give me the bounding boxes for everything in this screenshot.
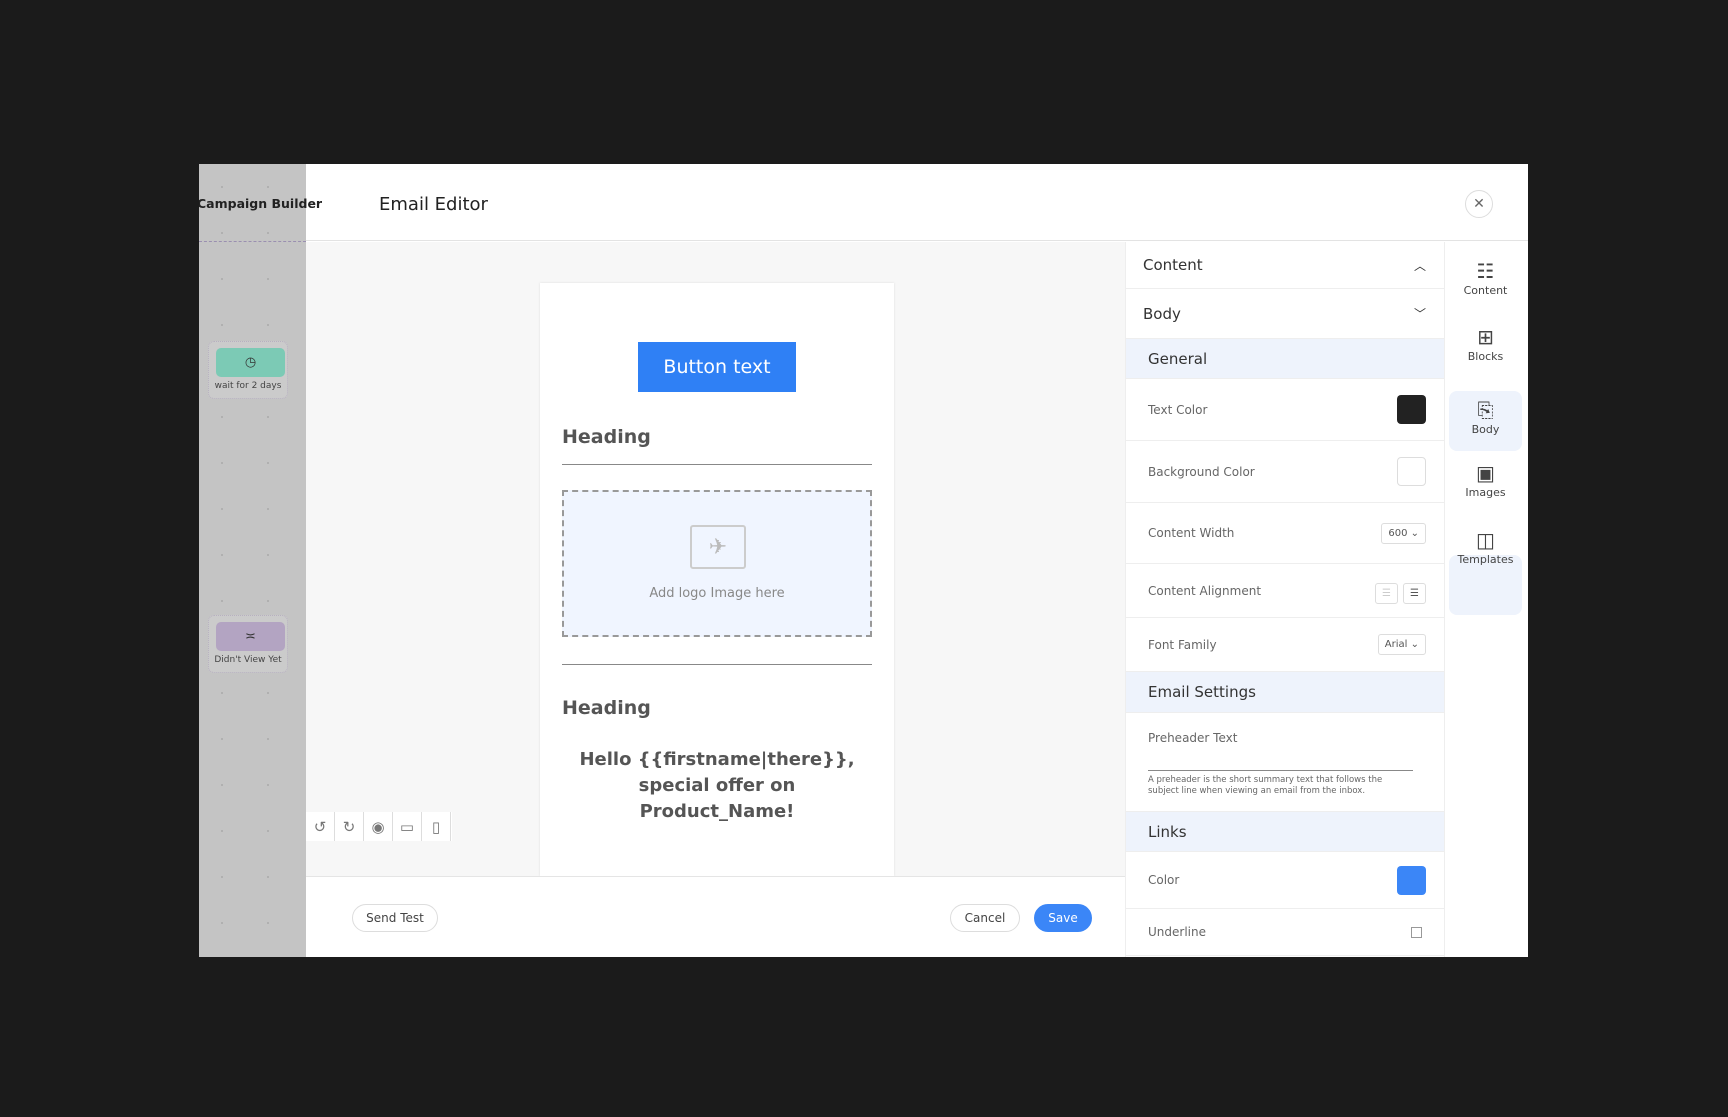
campaign-builder-background: Campaign Builder ◷ wait for 2 days ≍ Did… xyxy=(199,164,322,957)
email-heading[interactable]: Heading xyxy=(562,426,651,448)
preheader-row: Preheader Text A preheader is the short … xyxy=(1126,713,1444,812)
wait-node: ◷ wait for 2 days xyxy=(208,341,288,399)
campaign-builder-title: Campaign Builder xyxy=(199,196,323,211)
blocks-icon: ⊞ xyxy=(1477,325,1494,349)
logo-placeholder-text: Add logo Image here xyxy=(649,586,785,601)
editor-toolbar: ↺ ↻ ◉ ▭ ▯ xyxy=(306,812,452,841)
undo-icon[interactable]: ↺ xyxy=(306,812,335,841)
chevron-up-icon: ︿ xyxy=(1413,258,1426,273)
closed-eye-icon: ≍ xyxy=(216,622,285,651)
rail-item-body[interactable]: ⎘ Body xyxy=(1449,391,1522,451)
rail-label: Blocks xyxy=(1467,350,1504,363)
content-alignment-row: Content Alignment ☰ ☰ xyxy=(1126,564,1444,618)
accordion-label: Content xyxy=(1143,256,1203,274)
desktop-icon[interactable]: ▭ xyxy=(393,812,422,841)
select-value: 600 xyxy=(1388,527,1408,539)
text-color-row: Text Color xyxy=(1126,379,1444,441)
text-color-swatch[interactable] xyxy=(1397,395,1426,424)
background-color-swatch[interactable] xyxy=(1397,457,1426,486)
redo-icon[interactable]: ↻ xyxy=(335,812,364,841)
field-label: Text Color xyxy=(1148,402,1208,417)
tool-rail: ☷ Content ⊞ Blocks ⎘ Body ▣ Images ◫ Template… xyxy=(1445,242,1528,957)
clock-icon: ◷ xyxy=(216,348,285,377)
logo-dropzone[interactable]: ✈ Add logo Image here xyxy=(562,490,872,637)
email-canvas: Button text Heading ✈ Add logo Image her… xyxy=(306,242,1125,876)
rail-item-content[interactable]: ☷ Content xyxy=(1449,252,1522,312)
field-label: Color xyxy=(1148,873,1180,887)
background-color-row: Background Color xyxy=(1126,441,1444,503)
align-left-button[interactable]: ☰ xyxy=(1374,583,1398,604)
save-button[interactable]: Save xyxy=(1034,904,1092,932)
field-label: Underline xyxy=(1148,925,1206,939)
field-label: Content Alignment xyxy=(1148,583,1262,598)
node-label: Didn't View Yet xyxy=(214,655,282,665)
content-width-select[interactable]: 600 ⌄ xyxy=(1381,522,1426,544)
images-icon: ▣ xyxy=(1476,461,1495,485)
content-icon: ☷ xyxy=(1476,259,1495,283)
select-value: Arial xyxy=(1384,639,1408,650)
divider xyxy=(562,664,872,665)
section-title: Email Settings xyxy=(1148,683,1256,701)
underline-row: Underline xyxy=(1126,909,1444,956)
field-label: Content Width xyxy=(1148,526,1235,540)
page-title: Email Editor xyxy=(379,194,488,215)
link-color-row: Color xyxy=(1126,852,1444,909)
general-section-header: General xyxy=(1126,339,1444,379)
email-editor-modal: Campaign Builder ◷ wait for 2 days ≍ Did… xyxy=(199,164,1528,957)
cancel-button[interactable]: Cancel xyxy=(950,904,1020,932)
didnt-view-node: ≍ Didn't View Yet xyxy=(208,615,288,673)
links-section-header: Links xyxy=(1126,812,1444,852)
accordion-label: Body xyxy=(1143,304,1181,323)
font-family-select[interactable]: Arial ⌄ xyxy=(1377,634,1426,655)
email-settings-section-header: Email Settings xyxy=(1126,672,1444,713)
section-title: Links xyxy=(1148,822,1187,841)
rail-label: Content xyxy=(1463,284,1508,297)
preheader-input[interactable] xyxy=(1148,763,1413,771)
content-accordion[interactable]: Content ︿ xyxy=(1126,242,1444,289)
templates-icon: ◫ xyxy=(1476,528,1495,552)
close-button[interactable]: ✕ xyxy=(1465,190,1493,218)
divider xyxy=(562,464,872,465)
rail-label: Body xyxy=(1471,423,1500,436)
node-label: wait for 2 days xyxy=(214,381,282,391)
section-title: General xyxy=(1148,349,1208,368)
rail-item-images[interactable]: ▣ Images xyxy=(1449,454,1522,514)
settings-panel: Content ︿ Body ﹀ General Text Color Backgr… xyxy=(1125,242,1445,957)
close-icon: ✕ xyxy=(1473,196,1485,212)
preheader-help-text: A preheader is the short summary text th… xyxy=(1148,775,1383,796)
field-label: Font Family xyxy=(1148,637,1217,652)
footer: Send Test Cancel Save xyxy=(306,876,1125,957)
image-icon: ✈ xyxy=(690,525,746,569)
header: Email Editor ✕ xyxy=(306,164,1528,241)
content-width-row: Content Width 600 ⌄ xyxy=(1126,503,1444,564)
field-label: Preheader Text xyxy=(1148,731,1238,745)
email-body-text[interactable]: Hello {{firstname|there}}, special offer… xyxy=(560,747,874,825)
body-icon: ⎘ xyxy=(1477,398,1494,422)
email-preview: Button text Heading ✈ Add logo Image her… xyxy=(540,283,894,876)
body-accordion[interactable]: Body ﹀ xyxy=(1126,289,1444,339)
rail-item-templates[interactable]: ◫ Templates xyxy=(1449,521,1522,581)
email-heading[interactable]: Heading xyxy=(562,697,651,719)
field-label: Background Color xyxy=(1148,464,1255,479)
link-color-swatch[interactable] xyxy=(1397,865,1426,895)
rail-item-blocks[interactable]: ⊞ Blocks xyxy=(1449,318,1522,378)
mobile-icon[interactable]: ▯ xyxy=(422,812,451,841)
eye-icon[interactable]: ◉ xyxy=(364,812,393,841)
underline-checkbox[interactable] xyxy=(1411,926,1422,938)
rail-label: Images xyxy=(1465,486,1506,499)
send-test-button[interactable]: Send Test xyxy=(352,904,438,932)
email-cta-button[interactable]: Button text xyxy=(638,342,796,392)
chevron-down-icon: ﹀ xyxy=(1413,307,1426,321)
rail-label: Templates xyxy=(1457,553,1514,566)
font-family-row: Font Family Arial ⌄ xyxy=(1126,618,1444,672)
align-center-button[interactable]: ☰ xyxy=(1403,583,1426,604)
divider xyxy=(199,241,306,242)
